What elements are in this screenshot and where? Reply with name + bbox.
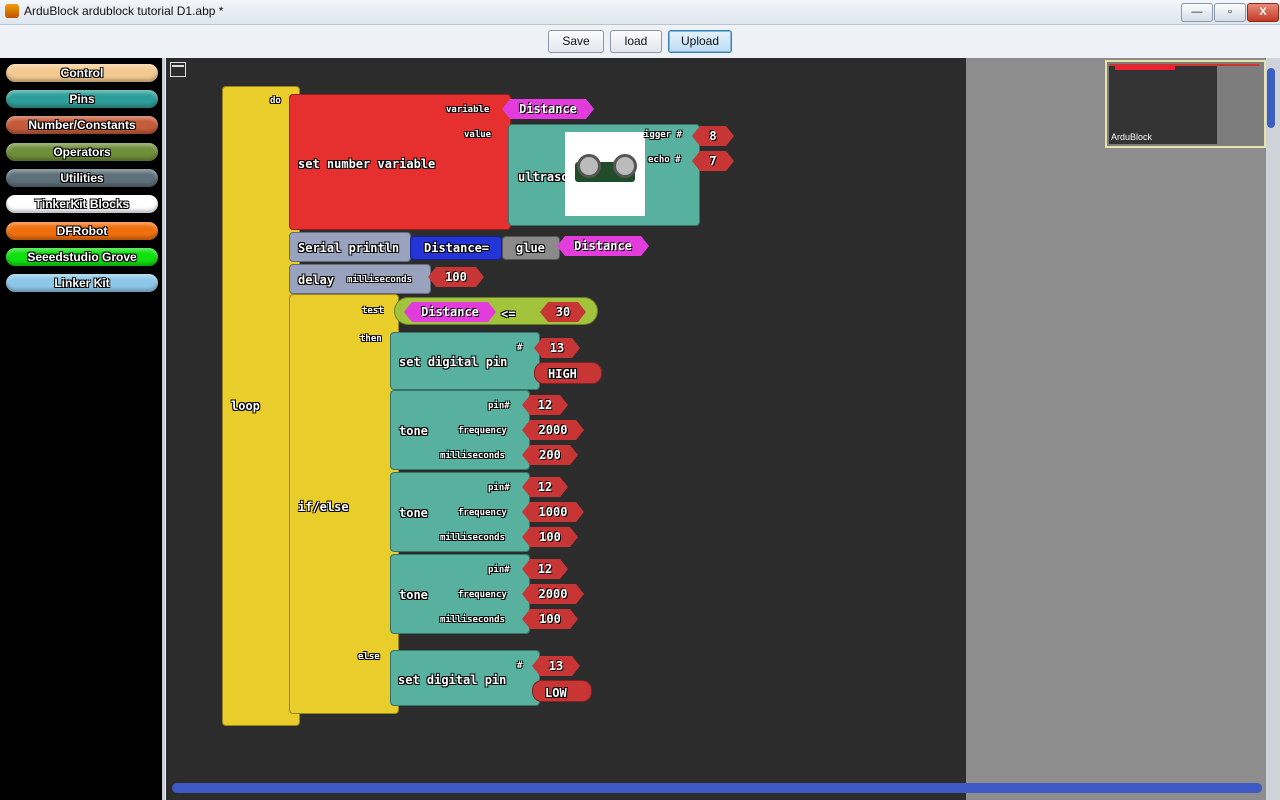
palette-dfrobot[interactable]: DFRobot — [6, 222, 158, 240]
tone2-freq-label: frequency — [458, 508, 507, 518]
value-label: value — [464, 130, 492, 140]
save-button[interactable]: Save — [548, 30, 604, 53]
close-button[interactable]: X — [1247, 3, 1279, 22]
palette-tinkerkit-blocks[interactable]: TinkerKit Blocks — [6, 195, 158, 213]
tone3-frequency-value[interactable]: 2000 — [522, 584, 584, 604]
else-label: else — [358, 652, 380, 662]
upload-button[interactable]: Upload — [668, 30, 732, 53]
block-palette: Control Pins Number/Constants Operators Util… — [0, 58, 165, 800]
tone1-pin-label: pin# — [488, 401, 510, 411]
palette-linker-kit[interactable]: Linker Kit — [6, 274, 158, 292]
tone2-ms-label: milliseconds — [440, 533, 506, 543]
trigger-label: igger # — [644, 130, 682, 140]
vertical-scrollbar[interactable] — [1266, 58, 1280, 800]
palette-pins[interactable]: Pins — [6, 90, 158, 108]
collapse-palette-icon[interactable] — [170, 62, 186, 77]
set-digital-pin-low-label: set digital pin — [398, 673, 507, 687]
minimize-button[interactable]: — — [1181, 3, 1213, 22]
echo-label: echo # — [648, 155, 681, 165]
tone3-ms-label: milliseconds — [440, 615, 506, 625]
workspace-empty-area[interactable] — [966, 58, 1266, 800]
tone-label-2: tone — [399, 506, 428, 520]
tone3-pin-label: pin# — [488, 565, 510, 575]
minimap[interactable]: ArduBlock — [1105, 60, 1266, 148]
ultrasonic-sensor-image — [565, 132, 645, 216]
trigger-pin-value[interactable]: 8 — [692, 126, 734, 146]
load-button[interactable]: load — [610, 30, 662, 53]
condition-value[interactable]: 30 — [540, 302, 586, 322]
delay-ms-label: milliseconds — [347, 275, 413, 285]
tone2-pin-value[interactable]: 12 — [522, 477, 568, 497]
delay-value[interactable]: 100 — [428, 267, 484, 287]
high-label: HIGH — [548, 367, 577, 381]
serial-println-label: Serial println — [298, 241, 400, 255]
window-title: ArduBlock ardublock tutorial D1.abp * — [24, 4, 224, 18]
minimap-label: ArduBlock — [1111, 132, 1153, 142]
vertical-scroll-thumb[interactable] — [1267, 68, 1275, 128]
toolbar: Save load Upload — [0, 25, 1280, 58]
set-digital-pin-label: set digital pin — [399, 355, 508, 369]
low-label: LOW — [545, 686, 567, 700]
tone3-pin-value[interactable]: 12 — [522, 559, 568, 579]
palette-operators[interactable]: Operators — [6, 143, 158, 161]
maximize-button[interactable]: ▫ — [1214, 3, 1246, 22]
digital-pin-value-2[interactable]: 13 — [532, 656, 580, 676]
palette-utilities[interactable]: Utilities — [6, 169, 158, 187]
palette-seeedstudio-grove[interactable]: Seeedstudio Grove — [6, 248, 158, 266]
variable-label: variable — [446, 105, 490, 115]
horizontal-scrollbar[interactable] — [172, 783, 1262, 793]
tone1-pin-value[interactable]: 12 — [522, 395, 568, 415]
tone1-ms-label: milliseconds — [440, 451, 506, 461]
echo-pin-value[interactable]: 7 — [692, 151, 734, 171]
title-bar: ArduBlock ardublock tutorial D1.abp * — … — [0, 0, 1280, 25]
tone1-frequency-value[interactable]: 2000 — [522, 420, 584, 440]
tone3-ms-value[interactable]: 100 — [522, 609, 578, 629]
serial-string: Distance= — [424, 241, 490, 255]
condition-variable-distance[interactable]: Distance — [404, 302, 496, 322]
glue-label: glue — [516, 241, 545, 255]
glue-variable-distance[interactable]: Distance — [557, 236, 649, 256]
tone1-freq-label: frequency — [458, 426, 507, 436]
then-label: then — [360, 334, 382, 344]
java-app-icon — [5, 4, 19, 18]
tone-label-3: tone — [399, 588, 428, 602]
do-label: do — [270, 96, 281, 106]
palette-number-constants[interactable]: Number/Constants — [6, 116, 158, 134]
tone2-ms-value[interactable]: 100 — [522, 527, 578, 547]
tone-label-1: tone — [399, 424, 428, 438]
tone2-frequency-value[interactable]: 1000 — [522, 502, 584, 522]
test-label: test — [362, 306, 384, 316]
delay-label: delay — [298, 273, 335, 287]
if-else-label: if/else — [298, 500, 349, 514]
variable-name-distance[interactable]: Distance — [502, 99, 594, 119]
condition-operator: <= — [501, 307, 516, 321]
loop-label: loop — [231, 399, 260, 413]
tone1-ms-value[interactable]: 200 — [522, 445, 578, 465]
tone2-pin-label: pin# — [488, 483, 510, 493]
digital-pin-value[interactable]: 13 — [534, 338, 580, 358]
pin-hash-label: # — [517, 343, 523, 353]
tone3-freq-label: frequency — [458, 590, 507, 600]
set-number-variable-label: set number variable — [298, 157, 436, 171]
pin-hash-label-2: # — [517, 661, 523, 671]
palette-control[interactable]: Control — [6, 64, 158, 82]
